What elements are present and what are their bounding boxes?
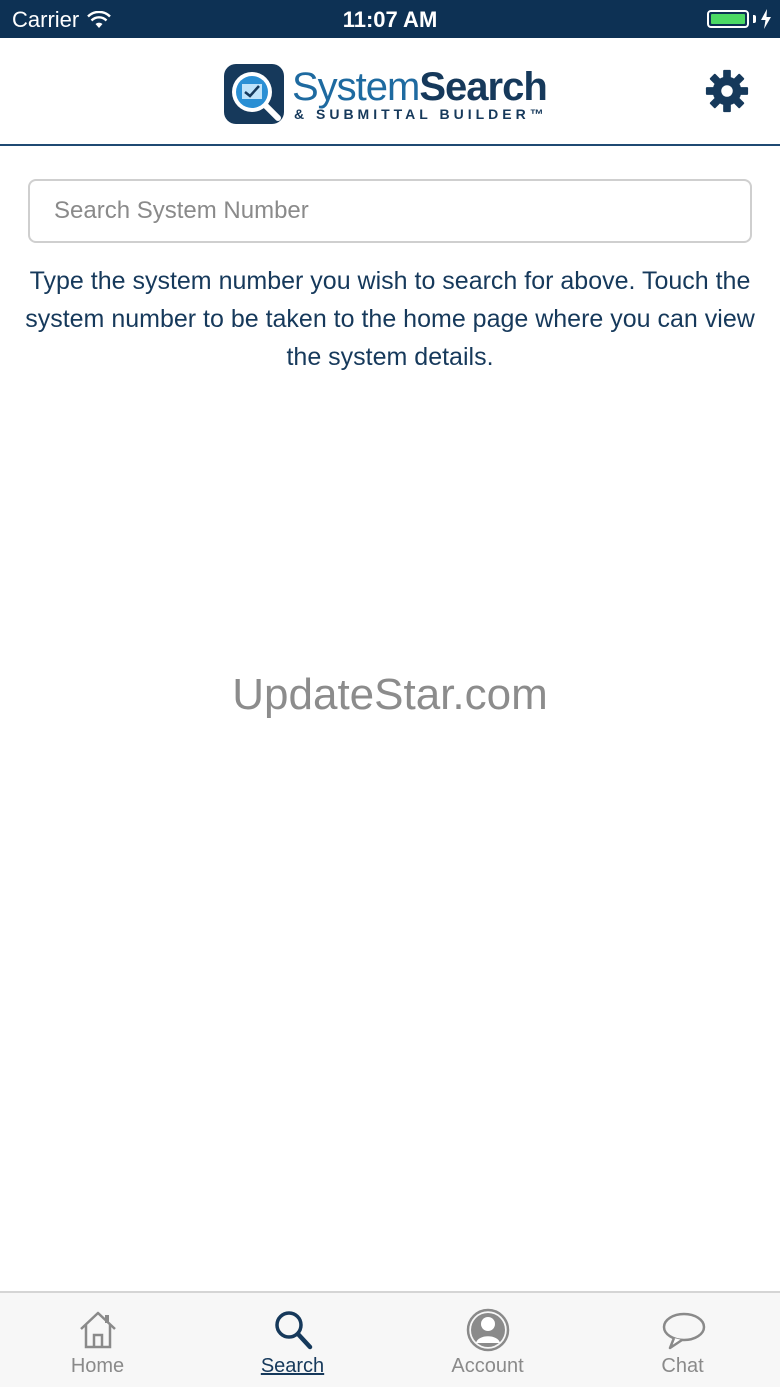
search-icon [274, 1311, 312, 1350]
tab-chat[interactable]: Chat [585, 1293, 780, 1387]
tab-chat-label: Chat [661, 1355, 704, 1377]
app-header: SystemSearch & SUBMITTAL BUILDER™ [0, 38, 780, 146]
logo-text: SystemSearch & SUBMITTAL BUILDER™ [292, 66, 548, 122]
battery-icon [707, 10, 749, 28]
logo-title: SystemSearch [292, 66, 548, 108]
charging-bolt-icon [761, 9, 771, 29]
logo-title-bold: Search [419, 65, 547, 109]
tab-home[interactable]: Home [0, 1293, 195, 1387]
tab-account-label: Account [451, 1355, 524, 1377]
tab-search[interactable]: Search [195, 1293, 390, 1387]
tab-home-label: Home [70, 1355, 125, 1377]
status-time: 11:07 AM [342, 7, 438, 32]
search-field-wrapper [28, 179, 752, 243]
gear-icon[interactable] [704, 68, 750, 114]
app-logo: SystemSearch & SUBMITTAL BUILDER™ [222, 62, 548, 126]
tab-bar: Home Search Account Chat [0, 1291, 780, 1387]
logo-magnifier-icon [224, 64, 284, 124]
battery-fill [711, 14, 745, 24]
logo-subtitle: & SUBMITTAL BUILDER™ [294, 106, 548, 122]
chat-icon [662, 1312, 705, 1350]
tab-search-label: Search [260, 1355, 325, 1377]
app-screen: Carrier 11:07 AM SystemSearch & SUBMITTA… [0, 0, 780, 1387]
status-right [707, 9, 772, 29]
tab-account[interactable]: Account [390, 1293, 585, 1387]
search-instructions: Type the system number you wish to searc… [25, 267, 755, 371]
logo-title-light: System [292, 65, 420, 109]
home-icon [79, 1311, 116, 1349]
watermark-text: UpdateStar.com [232, 670, 548, 719]
search-system-number-input[interactable] [28, 179, 752, 243]
status-bar: Carrier 11:07 AM [0, 0, 780, 38]
account-icon [466, 1308, 509, 1352]
battery-nub [753, 15, 756, 23]
